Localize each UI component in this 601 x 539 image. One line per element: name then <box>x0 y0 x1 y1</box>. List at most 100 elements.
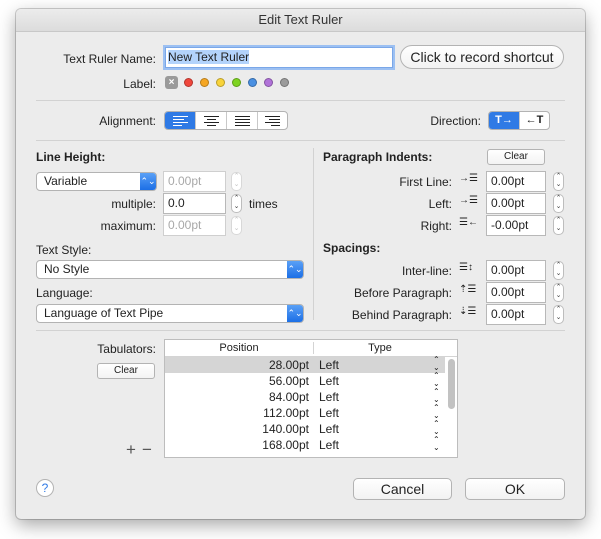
alignment-label: Alignment: <box>99 114 156 128</box>
tab-type-popup-arrows-icon[interactable]: ⌃ ⌄ <box>433 404 440 420</box>
before-paragraph-icon: ⇡☰ <box>459 284 477 295</box>
text-style-popup[interactable]: No Style ⌃⌄ <box>36 260 304 279</box>
left-indent-icon: →☰ <box>459 195 478 206</box>
tab-type-cell[interactable]: Left <box>319 357 339 373</box>
first-line-input[interactable]: 0.00pt <box>486 171 546 192</box>
label-color-swatch[interactable] <box>184 78 193 87</box>
first-line-indent-icon: →☰ <box>459 173 478 184</box>
tab-type-popup-arrows-icon[interactable]: ⌃ ⌄ <box>433 356 440 372</box>
tabulators-clear-button[interactable]: Clear <box>97 363 155 379</box>
line-height-stepper[interactable]: ⌃ ⌄ <box>231 172 242 191</box>
alignment-segmented-control[interactable] <box>164 111 288 130</box>
direction-segmented-control[interactable]: T→ ←T <box>488 111 550 130</box>
table-row[interactable]: 84.00pt Left ⌃ ⌄ <box>165 388 445 405</box>
tab-position-cell: 168.00pt <box>262 438 309 452</box>
table-header: Position Type <box>165 340 457 357</box>
table-row[interactable]: 168.00pt Left ⌃ ⌄ <box>165 436 445 453</box>
tab-type-popup-arrows-icon[interactable]: ⌃ ⌄ <box>433 436 440 452</box>
label-color-swatch[interactable] <box>248 78 257 87</box>
separator-top <box>36 100 565 101</box>
label-color-swatch[interactable] <box>216 78 225 87</box>
maximum-stepper[interactable]: ⌃ ⌄ <box>231 216 242 235</box>
tab-type-cell[interactable]: Left <box>319 405 339 421</box>
align-right-button[interactable] <box>258 112 287 129</box>
behind-paragraph-stepper[interactable]: ⌃ ⌄ <box>553 305 564 324</box>
language-popup[interactable]: Language of Text Pipe ⌃⌄ <box>36 304 304 323</box>
before-paragraph-stepper[interactable]: ⌃ ⌄ <box>553 283 564 302</box>
maximum-input[interactable]: 0.00pt <box>163 215 226 236</box>
tab-position-cell: 112.00pt <box>263 406 309 420</box>
ok-button[interactable]: OK <box>465 478 565 500</box>
inter-line-input[interactable]: 0.00pt <box>486 260 546 281</box>
tab-position-cell: 56.00pt <box>268 374 309 388</box>
tabulators-table[interactable]: Position Type 28.00pt Left ⌃ ⌄ 56.00pt Left ⌃ ⌄… <box>164 339 458 458</box>
separator-bottom <box>36 330 565 331</box>
multiple-input[interactable]: 0.0 <box>163 193 226 214</box>
label-color-swatch[interactable] <box>232 78 241 87</box>
right-indent-input[interactable]: -0.00pt <box>486 215 546 236</box>
paragraph-indents-clear-button[interactable]: Clear <box>487 149 545 165</box>
remove-tab-button[interactable]: − <box>142 440 152 460</box>
right-indent-label: Right: <box>420 219 452 233</box>
direction-rtl-button[interactable]: ←T <box>520 112 549 129</box>
cancel-button[interactable]: Cancel <box>353 478 452 500</box>
language-value: Language of Text Pipe <box>44 306 164 320</box>
text-style-value: No Style <box>44 262 90 276</box>
align-left-icon <box>173 116 188 128</box>
no-label-x-icon[interactable]: × <box>165 76 178 89</box>
align-justify-button[interactable] <box>227 112 258 129</box>
separator-mid <box>36 140 565 141</box>
record-shortcut-button[interactable]: Click to record shortcut <box>400 45 564 69</box>
text-ruler-name-input[interactable]: New Text Ruler <box>165 47 393 68</box>
first-line-stepper[interactable]: ⌃ ⌄ <box>553 172 564 191</box>
right-indent-stepper[interactable]: ⌃ ⌄ <box>553 216 564 235</box>
inter-line-stepper[interactable]: ⌃ ⌄ <box>553 261 564 280</box>
right-indent-icon: ☰← <box>459 217 478 228</box>
tab-position-cell: 28.00pt <box>268 358 309 372</box>
popup-arrows-icon: ⌃⌄ <box>140 173 156 190</box>
paragraph-indents-heading: Paragraph Indents: <box>323 150 433 164</box>
tab-type-popup-arrows-icon[interactable]: ⌃ ⌄ <box>433 420 440 436</box>
popup-arrows-icon: ⌃⌄ <box>287 261 303 278</box>
label-color-swatch[interactable] <box>200 78 209 87</box>
align-center-icon <box>204 116 219 128</box>
behind-paragraph-icon: ⇣☰ <box>459 306 477 317</box>
tab-type-cell[interactable]: Left <box>319 421 339 437</box>
tab-type-cell[interactable]: Left <box>319 373 339 389</box>
direction-ltr-button[interactable]: T→ <box>489 112 520 129</box>
table-scrollbar-thumb[interactable] <box>448 359 455 409</box>
align-center-button[interactable] <box>196 112 227 129</box>
column-header-type[interactable]: Type <box>314 342 446 354</box>
before-paragraph-input[interactable]: 0.00pt <box>486 282 546 303</box>
add-tab-button[interactable]: + <box>126 440 136 460</box>
label-color-swatch[interactable] <box>264 78 273 87</box>
table-row[interactable]: 112.00pt Left ⌃ ⌄ <box>165 404 445 421</box>
table-row[interactable]: 140.00pt Left ⌃ ⌄ <box>165 420 445 437</box>
align-left-button[interactable] <box>165 112 196 129</box>
help-button[interactable]: ? <box>36 479 54 497</box>
left-indent-input[interactable]: 0.00pt <box>486 193 546 214</box>
first-line-label: First Line: <box>399 175 452 189</box>
tab-type-cell[interactable]: Left <box>319 437 339 453</box>
line-height-mode-value: Variable <box>44 174 88 188</box>
language-label: Language: <box>36 286 93 300</box>
tabulators-label: Tabulators: <box>97 342 156 356</box>
inter-line-spacing-icon: ☰↕ <box>459 262 473 273</box>
text-ruler-name-value: New Text Ruler <box>168 50 250 64</box>
label-color-swatch[interactable] <box>280 78 289 87</box>
line-height-mode-popup[interactable]: Variable ⌃⌄ <box>36 172 157 191</box>
multiple-stepper[interactable]: ⌃ ⌄ <box>231 194 242 213</box>
line-height-heading: Line Height: <box>36 150 106 164</box>
left-indent-stepper[interactable]: ⌃ ⌄ <box>553 194 564 213</box>
before-paragraph-label: Before Paragraph: <box>353 286 452 300</box>
tab-type-popup-arrows-icon[interactable]: ⌃ ⌄ <box>433 388 440 404</box>
tab-type-cell[interactable]: Left <box>319 389 339 405</box>
table-row[interactable]: 28.00pt Left ⌃ ⌄ <box>165 356 445 373</box>
column-header-position[interactable]: Position <box>165 342 313 354</box>
behind-paragraph-input[interactable]: 0.00pt <box>486 304 546 325</box>
line-height-value-input[interactable]: 0.00pt <box>163 171 226 192</box>
table-row[interactable]: 56.00pt Left ⌃ ⌄ <box>165 372 445 389</box>
tab-type-popup-arrows-icon[interactable]: ⌃ ⌄ <box>433 372 440 388</box>
inter-line-label: Inter-line: <box>401 264 452 278</box>
maximum-label: maximum: <box>100 219 156 233</box>
